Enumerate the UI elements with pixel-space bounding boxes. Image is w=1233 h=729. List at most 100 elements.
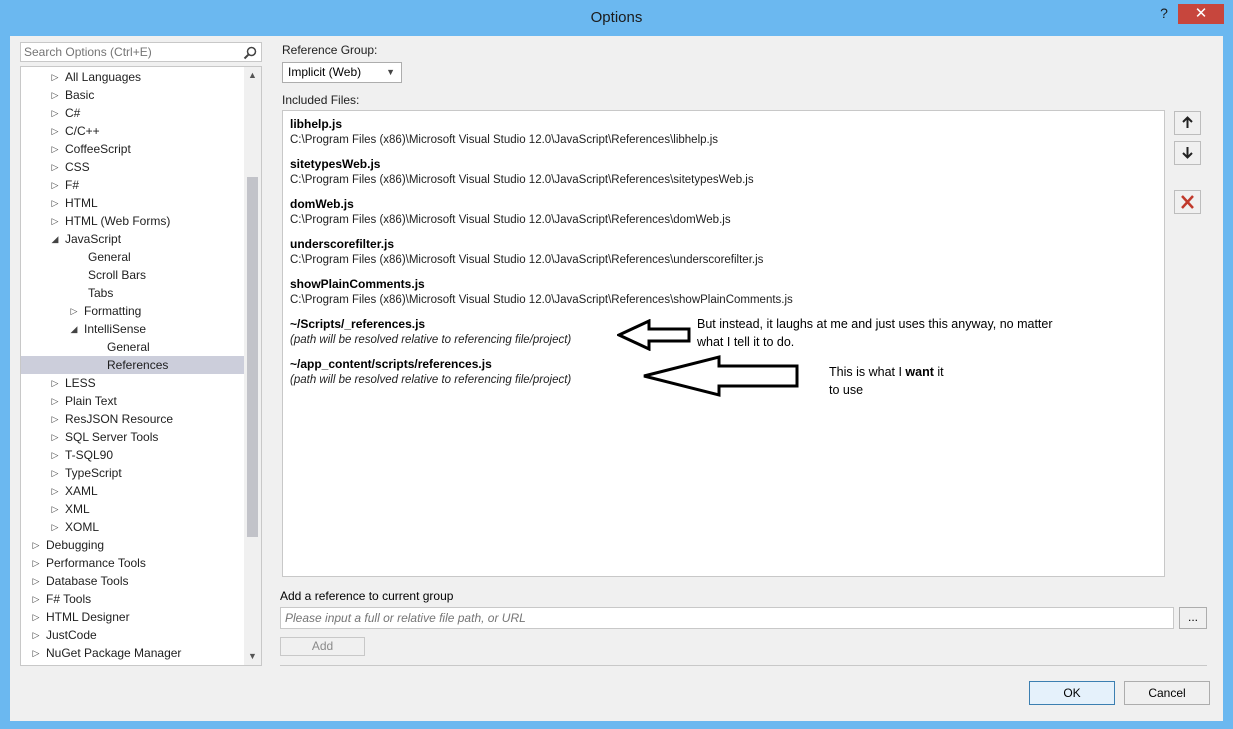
title-bar[interactable]: Options ? ✕ [0,0,1233,36]
tree-item-label: Formatting [84,304,142,318]
tree-item[interactable]: ▷ Debugging [21,536,245,554]
caret-right-icon[interactable]: ▷ [69,302,79,320]
file-entry[interactable]: ~/app_content/scripts/references.js (path… [290,356,571,388]
caret-right-icon[interactable]: ▷ [31,644,41,662]
tree-item[interactable]: ▷ JustCode [21,626,245,644]
search-box[interactable] [20,42,262,62]
tree-item-label: TypeScript [65,466,122,480]
caret-right-icon[interactable]: ▷ [50,158,60,176]
tree-item[interactable]: ▷ Performance Tools [21,554,245,572]
caret-down-icon[interactable]: ◢ [69,320,79,338]
caret-right-icon[interactable]: ▷ [31,626,41,644]
tree-item[interactable]: ▷ SQL Server Tools [21,428,245,446]
file-path: (path will be resolved relative to refer… [290,334,572,346]
file-entry[interactable]: libhelp.js C:\Program Files (x86)\Microso… [290,116,718,148]
scroll-up-arrow-icon[interactable]: ▲ [244,67,261,84]
tree-item[interactable]: ▷ All Languages [21,68,245,86]
included-files-list[interactable]: libhelp.js C:\Program Files (x86)\Microso… [282,110,1165,577]
add-button[interactable]: Add [280,637,365,656]
tree-item[interactable]: Tabs [21,284,245,302]
move-down-button[interactable] [1174,141,1201,165]
scroll-down-arrow-icon[interactable]: ▼ [244,648,261,665]
close-button[interactable]: ✕ [1178,4,1224,24]
file-entry[interactable]: sitetypesWeb.js C:\Program Files (x86)\Mi… [290,156,754,188]
remove-reference-button[interactable] [1174,190,1201,214]
search-icon[interactable] [242,45,258,61]
tree-item[interactable]: ▷ CoffeeScript [21,140,245,158]
file-name: ~/app_content/scripts/references.js [290,357,492,371]
tree-item[interactable]: ▷ Basic [21,86,245,104]
tree-item[interactable]: ▷ HTML Designer [21,608,245,626]
move-up-button[interactable] [1174,111,1201,135]
reference-path-input[interactable] [280,607,1174,629]
caret-right-icon[interactable]: ▷ [50,428,60,446]
caret-right-icon[interactable]: ▷ [50,176,60,194]
tree-item[interactable]: ▷ XAML [21,482,245,500]
tree-item[interactable]: ▷ T-SQL90 [21,446,245,464]
tree-item[interactable]: ▷ LESS [21,374,245,392]
file-entry[interactable]: ~/Scripts/_references.js (path will be re… [290,316,571,348]
tree-item[interactable]: ▷ CSS [21,158,245,176]
caret-right-icon[interactable]: ▷ [31,590,41,608]
tree-item[interactable]: ▷ ResJSON Resource [21,410,245,428]
tree-item[interactable]: ▷ HTML (Web Forms) [21,212,245,230]
caret-right-icon[interactable]: ▷ [50,482,60,500]
tree-item[interactable]: ▷ Formatting [21,302,245,320]
caret-right-icon[interactable]: ▷ [50,446,60,464]
tree-item[interactable]: ▷ C# [21,104,245,122]
tree-item[interactable]: ▷ F# [21,176,245,194]
scroll-thumb[interactable] [247,177,258,537]
help-button[interactable]: ? [1152,5,1176,25]
tree-item[interactable]: ▷ HTML [21,194,245,212]
caret-right-icon[interactable]: ▷ [50,464,60,482]
caret-right-icon[interactable]: ▷ [50,392,60,410]
tree-item[interactable]: Scroll Bars [21,266,245,284]
caret-right-icon[interactable]: ▷ [31,536,41,554]
tree-item-label: Scroll Bars [88,268,147,282]
options-tree[interactable]: ▷ All Languages ▷ Basic ▷ C# ▷ C/C++ ▷ CoffeeScri… [20,66,262,666]
caret-right-icon[interactable]: ▷ [50,518,60,536]
browse-button[interactable]: ... [1179,607,1207,629]
tree-item-label: XAML [65,484,98,498]
tree-item[interactable]: ◢ IntelliSense [21,320,245,338]
caret-right-icon[interactable]: ▷ [50,374,60,392]
file-entry[interactable]: showPlainComments.js C:\Program Files (x8… [290,276,793,308]
ok-button[interactable]: OK [1029,681,1115,705]
tree-item[interactable]: ◢ JavaScript [21,230,245,248]
reference-group-select[interactable]: Implicit (Web) ▼ [282,62,402,83]
caret-right-icon[interactable]: ▷ [50,68,60,86]
caret-right-icon[interactable]: ▷ [50,86,60,104]
caret-right-icon[interactable]: ▷ [50,212,60,230]
tree-item[interactable]: ▷ XOML [21,518,245,536]
tree-item[interactable]: ▷ C/C++ [21,122,245,140]
tree-item[interactable]: General [21,338,245,356]
caret-right-icon[interactable]: ▷ [50,140,60,158]
tree-item[interactable]: General [21,248,245,266]
caret-right-icon[interactable]: ▷ [31,572,41,590]
window-title: Options [590,9,643,26]
tree-item[interactable]: ▷ F# Tools [21,590,245,608]
tree-item[interactable]: ▷ NuGet Package Manager [21,644,245,662]
caret-right-icon[interactable]: ▷ [31,608,41,626]
cancel-button[interactable]: Cancel [1124,681,1210,705]
caret-right-icon[interactable]: ▷ [50,410,60,428]
search-input[interactable] [24,45,234,59]
tree-item[interactable]: ▷ Database Tools [21,572,245,590]
tree-item-label: C/C++ [65,124,100,138]
caret-down-icon[interactable]: ◢ [50,230,60,248]
tree-item[interactable]: ▷ XML [21,500,245,518]
file-name: underscorefilter.js [290,237,395,251]
tree-item[interactable]: References [21,356,245,374]
caret-right-icon[interactable]: ▷ [50,122,60,140]
caret-right-icon[interactable]: ▷ [50,194,60,212]
caret-right-icon[interactable]: ▷ [50,500,60,518]
arrow-up-icon [1182,116,1193,128]
tree-item[interactable]: ▷ TypeScript [21,464,245,482]
caret-right-icon[interactable]: ▷ [50,104,60,122]
tree-scrollbar[interactable]: ▲ ▼ [244,67,261,665]
file-entry[interactable]: domWeb.js C:\Program Files (x86)\Microsof… [290,196,731,228]
tree-item[interactable]: ▷ Plain Text [21,392,245,410]
caret-right-icon[interactable]: ▷ [31,554,41,572]
file-entry[interactable]: underscorefilter.js C:\Program Files (x86… [290,236,763,268]
tree-item-label: SQL Server Tools [65,430,159,444]
